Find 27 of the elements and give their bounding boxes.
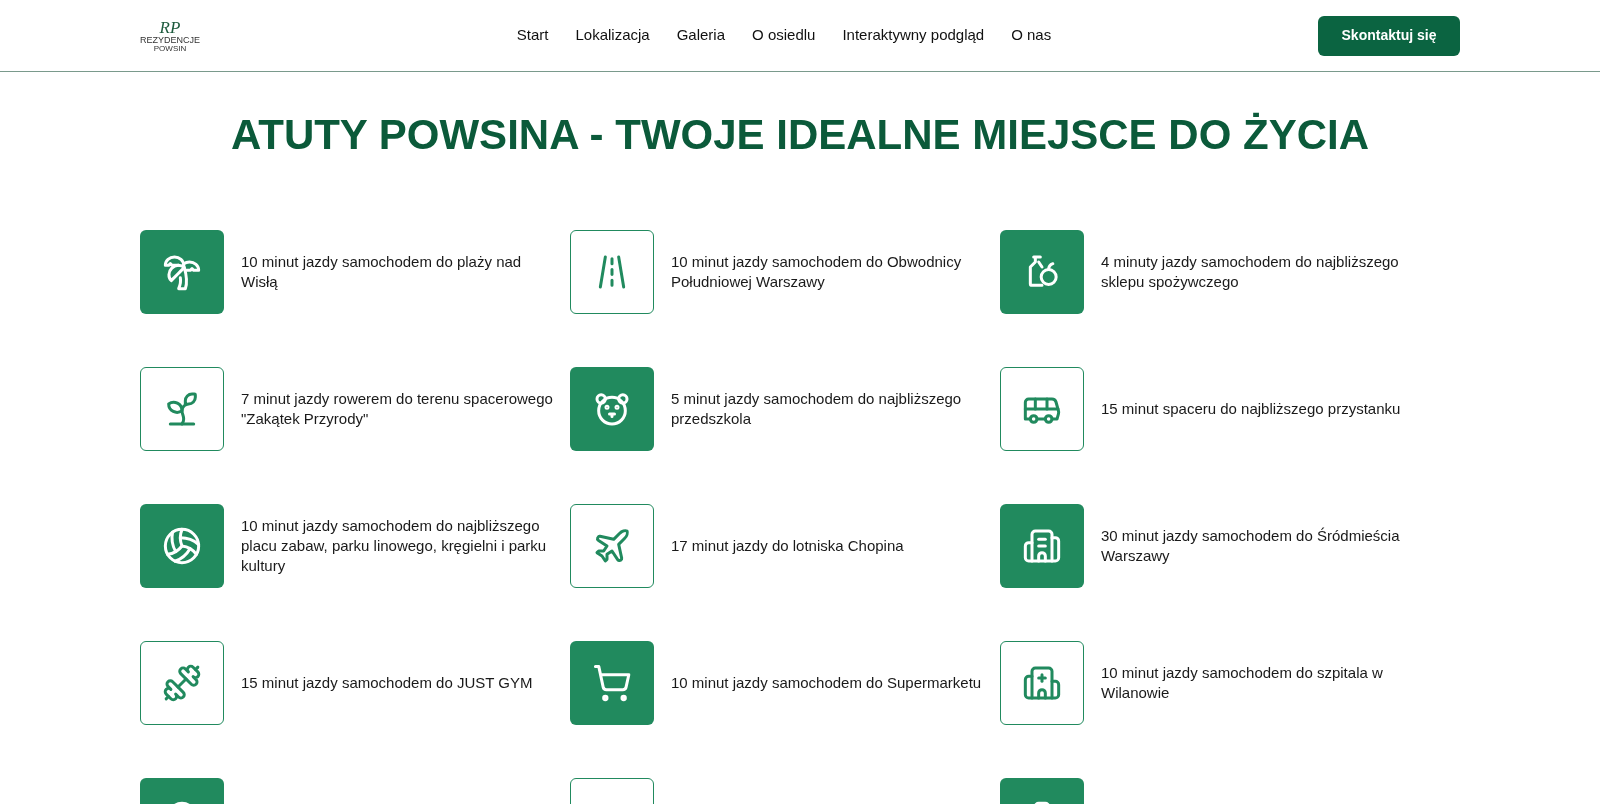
section-heading: ATUTY POWSINA - TWOJE IDEALNE MIEJSCE DO ŻYCIA	[230, 110, 1370, 160]
logo-monogram: RP	[159, 18, 181, 36]
feature-text: 4 minuty jazdy samochodem do najbliższego sklepu spożywczego	[1101, 252, 1400, 292]
logo-name: REZYDENCJE	[140, 35, 200, 45]
feature-text: 30 minut jazdy samochodem do Śródmieścia Warszawy	[1101, 526, 1401, 566]
nav-link[interactable]: Lokalizacja	[575, 24, 650, 47]
nav-link[interactable]: Interaktywny podgląd	[842, 24, 985, 47]
feature-text: 7 minut jazdy rowerem do terenu spacerowego "Zakątek Przyrody"	[241, 389, 554, 429]
nav-link[interactable]: Start	[516, 24, 549, 47]
feature-text: 15 minut spaceru do najbliższego przystanku	[1101, 399, 1401, 419]
nav-link[interactable]: O nas	[1011, 24, 1052, 47]
logo-place: POWSIN	[153, 44, 187, 53]
dumbbell-icon	[162, 663, 202, 703]
feature-text: 5 minut jazdy samochodem do najbliższego przedszkola	[671, 389, 963, 429]
plane-icon	[592, 526, 632, 566]
nav-link[interactable]: O osiedlu	[752, 24, 816, 47]
feature-text: 10 minut jazdy samochodem do Supermarketu	[671, 673, 982, 693]
contact-button[interactable]: Skontaktuj się	[1318, 15, 1460, 56]
cart-icon	[592, 663, 632, 703]
feature-text: 10 minut jazdy samochodem do Obwodnicy Południowej Warszawy	[671, 252, 963, 292]
ball-icon	[162, 526, 202, 566]
feature-text: 15 minut jazdy samochodem do JUST GYM	[241, 673, 533, 693]
feature-text: 10 minut jazdy samochodem do szpitala w Wilanowie	[1101, 663, 1384, 703]
feature-text: 10 minut jazdy samochodem do najbliższego placu zabaw, parku linowego, kręgielni i parku kultury	[241, 516, 548, 576]
nav-link[interactable]: Galeria	[676, 24, 726, 47]
feature-text: 17 minut jazdy do lotniska Chopina	[671, 536, 904, 556]
feature-text: 10 minut jazdy samochodem do plaży nad Wisłą	[241, 252, 523, 292]
